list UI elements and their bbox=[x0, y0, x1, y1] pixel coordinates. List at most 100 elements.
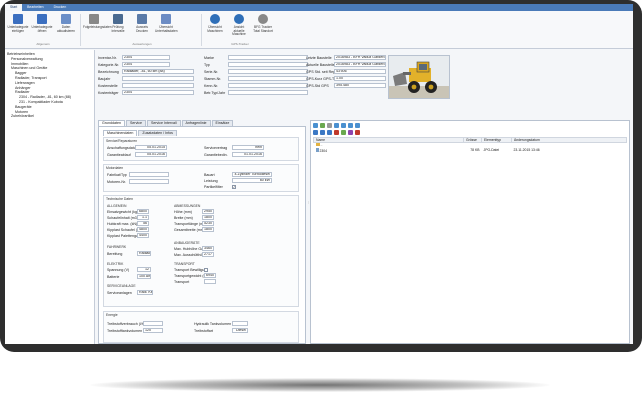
copy-icon[interactable] bbox=[327, 123, 332, 128]
fuel-type-field: Treibstoffart Diesel bbox=[194, 328, 248, 333]
max-dump-height-field: Max. Ausschütthöhe (mm)2717 bbox=[174, 252, 214, 257]
max-fork-height-field: Max. Hubhöhe Gabel (mm)3460 bbox=[174, 246, 214, 251]
fuel-tank-field: Treibstofftankvolumen (l) 120 bbox=[107, 328, 163, 333]
view-icon[interactable] bbox=[334, 123, 339, 128]
operation-type-field: Betr.Typ/Jahr bbox=[204, 90, 308, 95]
gps-tracker-button[interactable]: BFG Tracker Total Standort bbox=[252, 14, 274, 33]
lifting-force-field: Hubkraft max. (kN) 56 bbox=[107, 221, 149, 226]
maintenance-overview-button[interactable]: Übersicht Unterhaltsdaten bbox=[155, 14, 178, 33]
table-row[interactable]: 2304 78 KB JPG-Datei 23.11.2015 13:46 bbox=[314, 147, 627, 153]
service-contract-field: Servicevertrag nein bbox=[204, 145, 264, 150]
thumbnails-icon[interactable] bbox=[355, 123, 360, 128]
back-icon[interactable] bbox=[313, 130, 318, 135]
transport-field: Transport bbox=[174, 279, 216, 284]
tab-additional-info[interactable]: Zusatzdaten / Infos bbox=[138, 130, 177, 136]
forward-icon[interactable] bbox=[320, 130, 325, 135]
up-icon[interactable] bbox=[327, 130, 332, 135]
open-subcategory-button[interactable]: Unterkategorie öffnen bbox=[31, 14, 53, 33]
operating-weight-field: Einsatzgewicht (kg) 6800 bbox=[107, 209, 149, 214]
group-header: TRANSPORT bbox=[174, 262, 195, 266]
group-header: SERVICEANLAGE bbox=[107, 284, 136, 288]
current-site-field: Aktuelle Baustelle 2016983 - BFH Vaduz Ga… bbox=[306, 62, 386, 67]
refresh-data-button[interactable]: Daten aktualisieren bbox=[55, 14, 77, 33]
device-shadow bbox=[90, 378, 550, 392]
serial-number-field: Serie-Nr. bbox=[204, 69, 308, 74]
ribbon-divider bbox=[80, 14, 81, 46]
image-file-icon bbox=[315, 147, 319, 152]
hydraulic-tank-field: Hydraulik Tankvolumen (l) bbox=[194, 321, 248, 326]
navigation-tree: Betriebseinheiten Personalverwaltung Imm… bbox=[5, 50, 95, 344]
panel-splitter[interactable]: ⋮ bbox=[307, 200, 310, 210]
group-label-reports: Auswertungen bbox=[132, 42, 152, 46]
details-icon[interactable] bbox=[348, 123, 353, 128]
purchase-date-field: Anschaffungsdatum05.01.2015 bbox=[107, 145, 167, 150]
tab-drucken[interactable]: Drucken bbox=[49, 4, 72, 11]
particle-filter-checkbox[interactable]: ✓ bbox=[232, 184, 236, 189]
ribbon-toolbar: Unterkategorie einfügen Unterkategorie ö… bbox=[5, 11, 633, 49]
follow-data-button[interactable]: Folgeleistungsdaten bbox=[83, 14, 112, 30]
tab-bearbeiten[interactable]: Bearbeiten bbox=[22, 4, 48, 11]
globe-icon bbox=[234, 14, 244, 24]
transport-permit-checkbox[interactable] bbox=[204, 267, 208, 272]
transport-weight-field: Transportgewicht (kg)6940 bbox=[174, 273, 216, 278]
upload-icon[interactable] bbox=[320, 123, 325, 128]
group-label-general: Allgemein bbox=[36, 42, 50, 46]
new-folder-icon[interactable] bbox=[313, 123, 318, 128]
total-width-field: Gesamtbreite (mm) 1800 bbox=[174, 227, 214, 232]
warranty-end-field: Garantieablauf 05.01.2016 bbox=[107, 152, 167, 157]
machine-photo[interactable] bbox=[388, 55, 450, 99]
brand-field: Marke bbox=[204, 55, 308, 60]
service-system-field: ServiceanlagenRadl. Kettm bbox=[107, 290, 153, 295]
service-section: Service/Reparaturen Anschaffungsdatum05.… bbox=[103, 137, 299, 161]
bucket-capacity-field: Schaufelinhalt (m3) 1.1 bbox=[107, 215, 149, 220]
insert-subcategory-button[interactable]: Unterkategorie einfügen bbox=[7, 14, 29, 33]
gps-short-field: GPS-Kurz GPS-Tracker1.00 bbox=[306, 76, 386, 81]
master-number-field: Stamm-Nr. bbox=[204, 76, 308, 81]
properties-icon[interactable] bbox=[348, 130, 353, 135]
particle-filter-field: Partikelfilter ✓ bbox=[204, 184, 236, 189]
engine-section: Motordaten Fabrikat/Typ Motoren-Nr. Baua… bbox=[103, 164, 299, 192]
year-field: Baujahr bbox=[98, 76, 194, 81]
ribbon-tab-bar: Start Bearbeiten Drucken bbox=[5, 4, 633, 11]
tires-field: BereifungRadlader 4x4 bbox=[107, 251, 151, 256]
group-header: FAHRWERK bbox=[107, 245, 127, 249]
wheel-loader-image bbox=[389, 56, 449, 98]
gps-icon bbox=[258, 14, 268, 24]
file-toolbar bbox=[313, 123, 360, 129]
delete-icon[interactable] bbox=[334, 130, 339, 135]
print-badge-button[interactable]: Ausweis Drucken bbox=[131, 14, 153, 33]
voltage-field: Spannung (V) 12 bbox=[107, 267, 151, 272]
section-title: Energie bbox=[106, 313, 118, 317]
close-icon[interactable] bbox=[355, 130, 360, 135]
calendar-icon bbox=[113, 14, 123, 24]
tipping-load-bucket-field: Kipplast Schaufel (kg)4800 bbox=[107, 227, 149, 232]
section-title: Technische Daten bbox=[106, 197, 133, 201]
tab-start[interactable]: Start bbox=[5, 4, 23, 11]
folder-icon bbox=[315, 143, 320, 147]
file-toolbar-2 bbox=[313, 130, 360, 136]
folder-open-icon bbox=[37, 14, 47, 24]
tree-item[interactable]: Zubehörartikel bbox=[7, 114, 92, 119]
machine-data-panel: Maschinendaten Zusatzdaten / Infos Servi… bbox=[98, 126, 306, 344]
check-intervals-button[interactable]: Prüfung Intervalle bbox=[107, 14, 129, 33]
group-header: ELEKTRIK bbox=[107, 262, 124, 266]
power-field: Leistung 60 kW bbox=[204, 178, 272, 183]
tipping-load-fork-field: Kipplast Palettengabel (kg)4400 bbox=[107, 233, 149, 238]
tab-machine-data[interactable]: Maschinendaten bbox=[103, 130, 138, 136]
section-title: Motordaten bbox=[106, 166, 124, 170]
refresh-icon bbox=[61, 14, 71, 24]
width-field: Breite (mm) 1800 bbox=[174, 215, 214, 220]
gps-hours-field: GPS Std. seit Reparatur43'506 bbox=[306, 69, 386, 74]
machines-overview-button[interactable]: Übersicht Maschinen bbox=[204, 14, 226, 33]
folder-add-icon bbox=[13, 14, 23, 24]
current-machine-button[interactable]: Ansicht aktuelle Maschine bbox=[228, 14, 250, 37]
group-header: ABMESSUNGEN bbox=[174, 204, 201, 208]
list-icon[interactable] bbox=[341, 123, 346, 128]
person-icon bbox=[137, 14, 147, 24]
fuel-consumption-field: Treibstoffverbrauch (l/h) bbox=[107, 321, 163, 326]
category-number-field: Kategorie-Nr. 2304 bbox=[98, 62, 170, 67]
refresh-icon[interactable] bbox=[341, 130, 346, 135]
transport-length-field: Transportlänge (mm)5230 bbox=[174, 221, 214, 226]
gps-total-field: GPS-Std GPS 395.480 bbox=[306, 83, 386, 88]
section-title: Service/Reparaturen bbox=[106, 139, 138, 143]
